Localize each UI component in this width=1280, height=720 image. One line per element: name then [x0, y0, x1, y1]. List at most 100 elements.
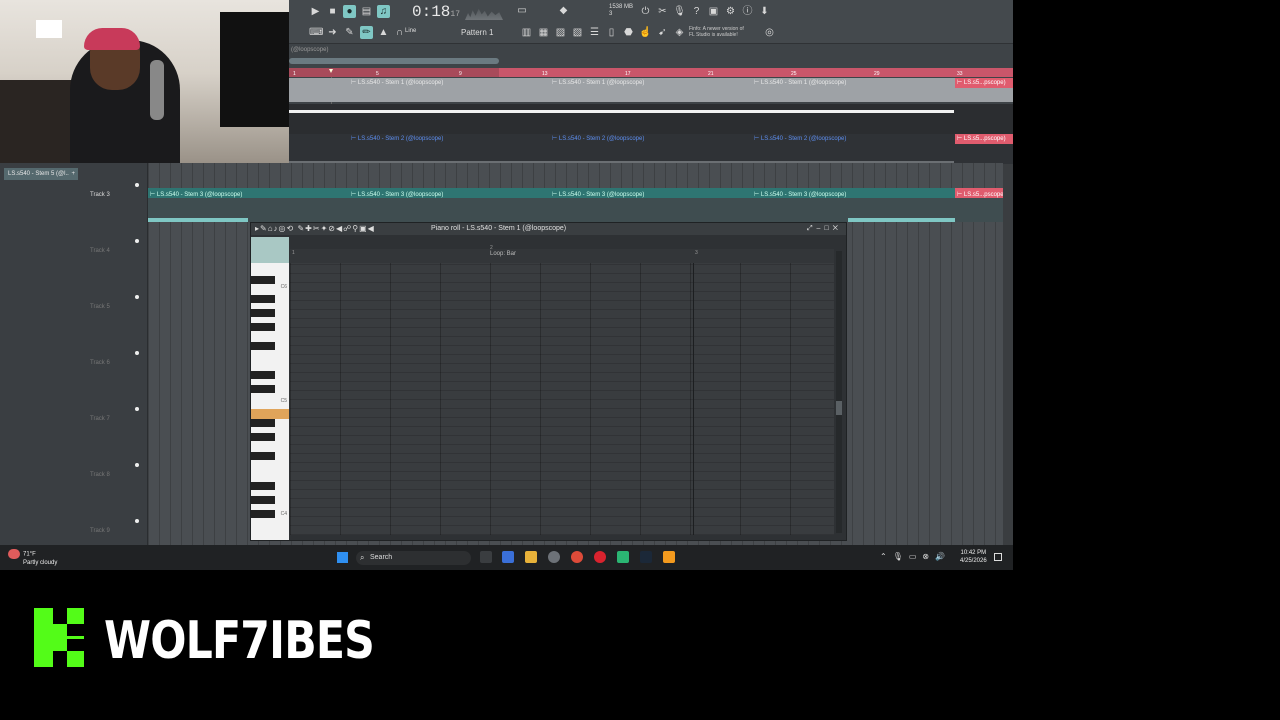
pattern-mode-icon[interactable]: ▤: [360, 5, 373, 18]
black-key[interactable]: [251, 510, 275, 518]
hint-bar: Finfo: A newer version of FL Studio is av…: [689, 26, 744, 38]
news-icon[interactable]: ◎: [763, 26, 776, 39]
black-key[interactable]: [251, 276, 275, 284]
tools-icon[interactable]: ✂: [656, 5, 669, 18]
track-header-panel: LS.s540 - Stem 5 (@l.. + Track 3 Track 4 …: [0, 163, 148, 545]
oscilloscope: [465, 8, 503, 20]
system-tray[interactable]: ⌃🎙▭⊗🔊: [880, 552, 951, 561]
end-clip-label: ⊢ LS.s5...pscope): [957, 135, 1006, 142]
piano-roll-grid[interactable]: [290, 263, 834, 535]
app-icon[interactable]: [617, 551, 629, 563]
song-mode-icon[interactable]: ♫: [377, 5, 390, 18]
stop-icon[interactable]: ■: [326, 5, 339, 18]
track-6-mute-icon[interactable]: [135, 351, 139, 355]
black-key[interactable]: [251, 385, 275, 393]
piano-roll-ruler[interactable]: 1 2 3 Loop: Bar: [290, 245, 834, 263]
piano-roll-icon[interactable]: ▨: [554, 26, 567, 39]
taskbar-search[interactable]: ⌕ Search: [356, 551, 471, 565]
track-9-mute-icon[interactable]: [135, 519, 139, 523]
clip-label: ⊢ LS.s540 - Stem 1 (@loopscope): [552, 79, 644, 86]
ruler-label: 25: [791, 71, 797, 77]
track-4-label[interactable]: Track 4: [90, 248, 110, 254]
master-volume-icon[interactable]: ▭: [514, 4, 530, 17]
clip-label: ⊢ LS.s540 - Stem 1 (@loopscope): [351, 79, 443, 86]
send-icon[interactable]: ➹: [656, 26, 669, 39]
wall-sticker: [36, 20, 62, 38]
start-button[interactable]: [337, 552, 348, 563]
piano-roll-tools[interactable]: ▸✎⌂♪◎⟲ ✎✚✂✦⊘◀☍⚲▣◀: [255, 223, 375, 235]
piano-keyboard[interactable]: C6 C5 C4: [251, 237, 289, 540]
weather-widget[interactable]: 71°F Partly cloudy: [8, 549, 57, 567]
notification-icon[interactable]: [994, 553, 1002, 561]
add-icon[interactable]: +: [71, 168, 75, 180]
highlighted-key-c5[interactable]: [251, 409, 289, 419]
track-3-mute-icon[interactable]: [135, 183, 139, 187]
ruler-label: 29: [874, 71, 880, 77]
steam-icon[interactable]: [640, 551, 652, 563]
window-controls[interactable]: ⤢–□✕: [807, 223, 842, 235]
black-key[interactable]: [251, 371, 275, 379]
monitor: [220, 12, 289, 127]
info-icon[interactable]: ⓘ: [741, 5, 754, 18]
record-icon[interactable]: ●: [343, 5, 356, 18]
play-icon[interactable]: ▶: [309, 5, 322, 18]
black-key[interactable]: [251, 419, 275, 427]
clip-icon[interactable]: ▯: [605, 26, 618, 39]
channel-rack-icon[interactable]: ▦: [537, 26, 550, 39]
track-7-mute-icon[interactable]: [135, 407, 139, 411]
keyboard-icon[interactable]: ⌨: [309, 26, 323, 39]
black-key[interactable]: [251, 496, 275, 504]
pencil-icon[interactable]: ✏: [360, 26, 373, 39]
scroll-thumb[interactable]: [836, 401, 842, 415]
track-7-label[interactable]: Track 7: [90, 416, 110, 422]
settings-icon[interactable]: [548, 551, 560, 563]
track-8-mute-icon[interactable]: [135, 463, 139, 467]
taskbar-clock[interactable]: 10:42 PM 4/25/2026: [960, 549, 987, 565]
opera-icon[interactable]: [594, 551, 606, 563]
arrow-icon[interactable]: ➜: [326, 26, 339, 39]
track-4-mute-icon[interactable]: [135, 239, 139, 243]
piano-roll-scrollbar[interactable]: [836, 251, 842, 533]
browser-icon[interactable]: ▧: [571, 26, 584, 39]
snap-select[interactable]: Line: [405, 28, 416, 34]
track-3-label[interactable]: Track 3: [90, 192, 110, 198]
black-key[interactable]: [251, 433, 275, 441]
save-icon[interactable]: ▣: [707, 5, 720, 18]
end-clip-label: ⊢ LS.s5...pscope): [957, 79, 1006, 86]
black-key[interactable]: [251, 482, 275, 490]
track-6-label[interactable]: Track 6: [90, 360, 110, 366]
help-icon[interactable]: ?: [690, 5, 703, 18]
black-key[interactable]: [251, 342, 275, 350]
playlist-arrangement: 1 5 9 13 17 21 25 29 33 ⊢ LS.s540 - Stem 1 (@loop…: [289, 68, 1013, 164]
track-9-label[interactable]: Track 9: [90, 528, 110, 534]
download-icon[interactable]: ⬇: [758, 5, 771, 18]
fl-studio-icon[interactable]: [663, 551, 675, 563]
brush-icon[interactable]: ✎: [343, 26, 356, 39]
stamp-icon[interactable]: ▲: [377, 26, 390, 39]
mic-icon[interactable]: 🎙: [673, 5, 686, 18]
black-key[interactable]: [251, 309, 275, 317]
piano-roll-window: ▸✎⌂♪◎⟲ ✎✚✂✦⊘◀☍⚲▣◀ Piano roll - LS.s540 -…: [250, 222, 847, 541]
selected-pattern[interactable]: LS.s540 - Stem 5 (@l.. +: [4, 168, 78, 180]
playlist-icon[interactable]: ☰: [588, 26, 601, 39]
track-5-label[interactable]: Track 5: [90, 304, 110, 310]
file-explorer-icon[interactable]: [525, 551, 537, 563]
piano-roll-titlebar[interactable]: ▸✎⌂♪◎⟲ ✎✚✂✦⊘◀☍⚲▣◀ Piano roll - LS.s540 -…: [251, 223, 846, 235]
mixer-icon[interactable]: ▥: [520, 26, 533, 39]
store-icon[interactable]: [502, 551, 514, 563]
pattern-selector[interactable]: Pattern 1: [461, 26, 509, 40]
loop-bar-marker[interactable]: Loop: Bar: [490, 251, 516, 257]
task-view-icon[interactable]: [480, 551, 492, 563]
chrome-icon[interactable]: [571, 551, 583, 563]
black-key[interactable]: [251, 295, 275, 303]
loop-region: [289, 68, 499, 77]
black-key[interactable]: [251, 452, 275, 460]
black-key[interactable]: [251, 323, 275, 331]
track-8-label[interactable]: Track 8: [90, 472, 110, 478]
metronome-icon[interactable]: ◆: [557, 4, 570, 17]
plugin-icon[interactable]: ⚙: [724, 5, 737, 18]
track-5-mute-icon[interactable]: [135, 295, 139, 299]
touch-icon[interactable]: ☝: [639, 26, 652, 39]
tag-icon[interactable]: ◈: [673, 26, 686, 39]
plugin-picker-icon[interactable]: ⬣: [622, 26, 635, 39]
